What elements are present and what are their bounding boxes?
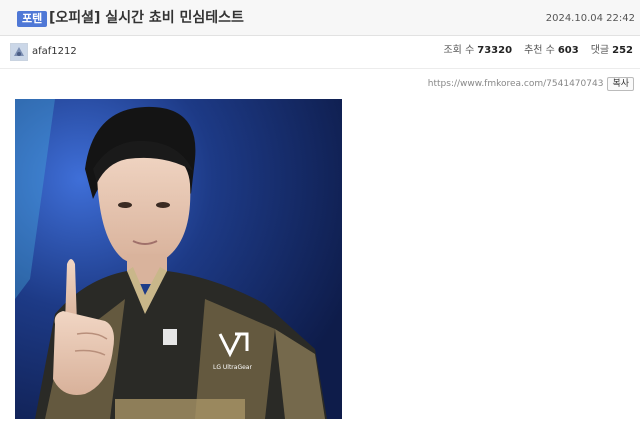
author-name[interactable]: afaf1212 (32, 45, 77, 59)
post-meta: afaf1212 조회 수 73320 추천 수 603 댓글 252 (0, 37, 640, 69)
stat-comments-value: 252 (612, 45, 633, 56)
stat-views-label: 조회 수 (443, 45, 475, 56)
stat-recommend: 추천 수 603 (524, 44, 579, 58)
copy-link-button[interactable]: 복사 (607, 77, 634, 91)
permalink-row: https://www.fmkorea.com/7541470743 복사 (428, 77, 634, 91)
stat-comments: 댓글 252 (591, 44, 633, 58)
stat-views: 조회 수 73320 (443, 44, 512, 58)
permalink-url[interactable]: https://www.fmkorea.com/7541470743 (428, 79, 604, 89)
category-badge[interactable]: 포텐 (17, 11, 48, 27)
stat-recommend-label: 추천 수 (524, 45, 555, 56)
avatar[interactable] (10, 43, 28, 61)
post-title: [오피셜] 실시간 쵸비 민심테스트 (49, 10, 244, 26)
player-photo: LG UltraGear (15, 99, 342, 419)
stat-recommend-value: 603 (557, 45, 579, 56)
post-image[interactable]: LG UltraGear (15, 99, 342, 419)
stat-comments-label: 댓글 (590, 45, 610, 56)
post-stats: 조회 수 73320 추천 수 603 댓글 252 (443, 44, 633, 58)
jersey-logo-text: LG UltraGear (213, 364, 252, 371)
post-date: 2024.10.04 22:42 (545, 13, 635, 24)
avatar-image (11, 44, 27, 60)
post-header: 포텐 [오피셜] 실시간 쵸비 민심테스트 2024.10.04 22:42 (0, 0, 640, 36)
stat-views-value: 73320 (477, 45, 513, 56)
